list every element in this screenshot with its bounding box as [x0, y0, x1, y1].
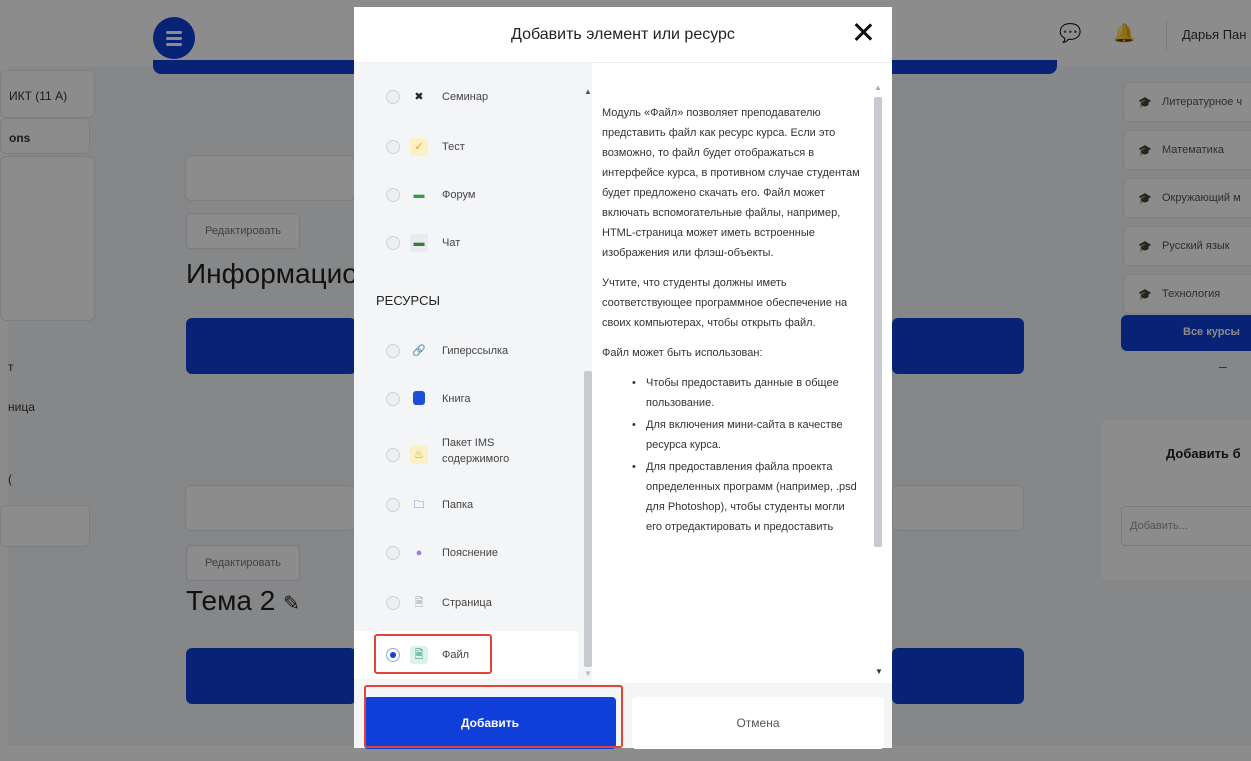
- chat-icon: ▬: [410, 234, 428, 252]
- resource-label: Пояснение: [442, 547, 499, 559]
- radio-button[interactable]: [386, 596, 400, 610]
- resource-label: Папка: [442, 499, 474, 511]
- activity-label: Тест: [442, 141, 465, 153]
- description-paragraph: Модуль «Файл» позволяет преподавателю пр…: [602, 107, 860, 259]
- resource-item-folder[interactable]: 🗀 Папка: [354, 483, 578, 527]
- add-button[interactable]: Добавить: [364, 697, 616, 749]
- radio-button[interactable]: [386, 546, 400, 560]
- description-scroll-down-icon[interactable]: ▼: [875, 667, 883, 676]
- description-bullet: Для включения мини-сайта в качестве ресу…: [632, 415, 862, 455]
- radio-button[interactable]: [386, 498, 400, 512]
- link-icon: 🔗: [412, 345, 426, 357]
- add-activity-modal: Добавить элемент или ресурс ✖ Семинар ✓ …: [354, 7, 892, 749]
- activity-item-forum[interactable]: ▬ Форум: [354, 173, 578, 217]
- activity-label: Чат: [442, 237, 461, 249]
- activity-item-chat[interactable]: ▬ Чат: [354, 221, 578, 265]
- description-scrollbar-thumb[interactable]: [874, 97, 882, 547]
- radio-button-selected[interactable]: [386, 648, 400, 662]
- activity-label: Форум: [442, 189, 476, 201]
- resource-item-page[interactable]: 🗎 Страница: [354, 581, 578, 625]
- description-paragraph: Файл может быть использован:: [602, 347, 763, 359]
- resource-item-url[interactable]: 🔗 Гиперссылка: [354, 329, 578, 373]
- activity-item-quiz[interactable]: ✓ Тест: [354, 125, 578, 169]
- description-paragraph: Учтите, что студенты должны иметь соотве…: [602, 277, 848, 329]
- label-icon: ●: [415, 547, 423, 559]
- description-panel: Модуль «Файл» позволяет преподавателю пр…: [594, 79, 878, 683]
- list-scroll-down-icon[interactable]: ▼: [584, 669, 592, 678]
- file-icon: 🗎: [410, 646, 428, 664]
- radio-button[interactable]: [386, 448, 400, 462]
- modal-title: Добавить элемент или ресурс: [511, 26, 735, 43]
- description-scroll-up-icon[interactable]: ▲: [874, 83, 882, 92]
- ims-package-icon: ♨: [410, 446, 428, 464]
- resource-label: Файл: [442, 649, 470, 661]
- activity-item-seminar[interactable]: ✖ Семинар: [354, 75, 578, 119]
- resource-item-book[interactable]: Книга: [354, 377, 578, 421]
- description-bullet: Чтобы предоставить данные в общее пользо…: [632, 373, 862, 413]
- modal-header: Добавить элемент или ресурс: [354, 7, 892, 63]
- list-scroll-up-icon[interactable]: ▲: [584, 87, 592, 96]
- resource-label: Гиперссылка: [442, 345, 509, 357]
- resource-label-line2: содержимого: [442, 453, 510, 465]
- forum-icon: ▬: [413, 189, 425, 201]
- close-icon[interactable]: [852, 21, 874, 43]
- resource-item-file[interactable]: 🗎 Файл: [354, 631, 578, 679]
- book-icon: [413, 391, 425, 405]
- cancel-button[interactable]: Отмена: [632, 697, 884, 749]
- radio-button[interactable]: [386, 90, 400, 104]
- activity-label: Семинар: [442, 91, 489, 103]
- folder-icon: 🗀: [413, 499, 425, 511]
- radio-button[interactable]: [386, 392, 400, 406]
- page-icon: 🗎: [414, 597, 424, 609]
- resources-heading: РЕСУРСЫ: [376, 293, 440, 308]
- resource-label-line1: Пакет IMS: [442, 437, 495, 449]
- list-scrollbar-thumb[interactable]: [584, 371, 592, 667]
- resource-item-label[interactable]: ● Пояснение: [354, 531, 578, 575]
- description-bullet: Для предоставления файла проекта определ…: [632, 457, 862, 537]
- description-text: Модуль «Файл» позволяет преподавателю пр…: [602, 103, 862, 539]
- resource-label: Страница: [442, 597, 492, 609]
- radio-button[interactable]: [386, 344, 400, 358]
- seminar-icon: ✖: [414, 91, 424, 103]
- description-list: Чтобы предоставить данные в общее пользо…: [632, 373, 862, 537]
- resource-label: Книга: [442, 393, 471, 405]
- quiz-icon: ✓: [410, 138, 428, 156]
- radio-button[interactable]: [386, 188, 400, 202]
- radio-button[interactable]: [386, 140, 400, 154]
- resource-item-ims-package[interactable]: ♨ Пакет IMS содержимого: [354, 427, 578, 483]
- radio-button[interactable]: [386, 236, 400, 250]
